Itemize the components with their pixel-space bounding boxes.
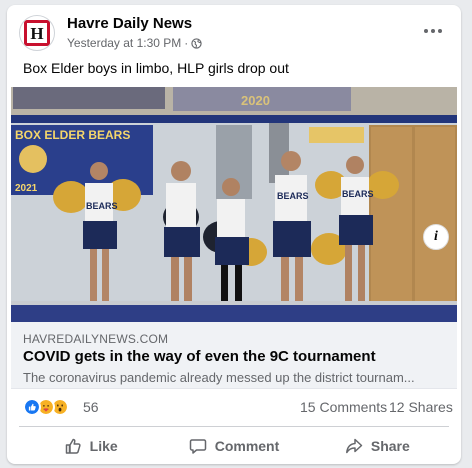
link-preview[interactable]: HAVREDAILYNEWS.COM COVID gets in the way… <box>11 322 457 389</box>
comment-button[interactable]: Comment <box>162 430 305 462</box>
dot-icon <box>424 29 428 33</box>
thumbs-up-icon <box>65 438 81 454</box>
svg-text:BEARS: BEARS <box>342 189 374 199</box>
link-description: The coronavirus pandemic already messed … <box>23 370 415 385</box>
comments-count-link[interactable]: 15 Comments <box>300 399 387 415</box>
havre-logo-icon: H <box>24 20 50 46</box>
banner-text: BOX ELDER BEARS <box>15 128 130 142</box>
share-label: Share <box>370 438 410 454</box>
facebook-post-card: H Havre Daily News Yesterday at 1:30 PM … <box>7 5 461 464</box>
shares-count-link[interactable]: 12 Shares <box>389 399 453 415</box>
share-button[interactable]: Share <box>306 430 449 462</box>
post-header: H Havre Daily News Yesterday at 1:30 PM … <box>7 5 461 55</box>
banner-year: 2021 <box>15 183 38 194</box>
more-options-button[interactable] <box>419 19 447 43</box>
post-photo[interactable]: 2020 BOX ELDER BEARS 2021 BEARS BEARS BE… <box>11 87 457 322</box>
like-icon <box>23 398 41 416</box>
reaction-icons[interactable] <box>23 398 69 416</box>
divider <box>19 426 449 427</box>
like-label: Like <box>89 438 118 454</box>
page-name-link[interactable]: Havre Daily News <box>67 15 192 32</box>
post-meta: Yesterday at 1:30 PM · <box>67 36 202 50</box>
dot-icon <box>431 29 435 33</box>
link-domain: HAVREDAILYNEWS.COM <box>23 332 169 346</box>
page-avatar[interactable]: H <box>19 15 55 51</box>
info-icon[interactable]: i <box>423 224 449 250</box>
reaction-count[interactable]: 56 <box>83 399 99 415</box>
svg-text:2020: 2020 <box>241 93 270 108</box>
engagement-bar: 56 15 Comments 12 Shares <box>7 395 461 419</box>
action-bar: Like Comment Share <box>19 430 449 462</box>
post-timestamp[interactable]: Yesterday at 1:30 PM <box>67 36 181 50</box>
svg-text:BEARS: BEARS <box>277 191 309 201</box>
post-message: Box Elder boys in limbo, HLP girls drop … <box>23 60 289 76</box>
like-button[interactable]: Like <box>19 430 162 462</box>
meta-separator: · <box>184 36 189 50</box>
jersey-text: BEARS <box>86 201 118 211</box>
share-arrow-icon <box>345 438 363 454</box>
comment-icon <box>189 439 206 454</box>
globe-icon[interactable] <box>191 37 202 49</box>
link-title[interactable]: COVID gets in the way of even the 9C tou… <box>23 348 376 365</box>
comment-label: Comment <box>214 438 280 454</box>
dot-icon <box>438 29 442 33</box>
